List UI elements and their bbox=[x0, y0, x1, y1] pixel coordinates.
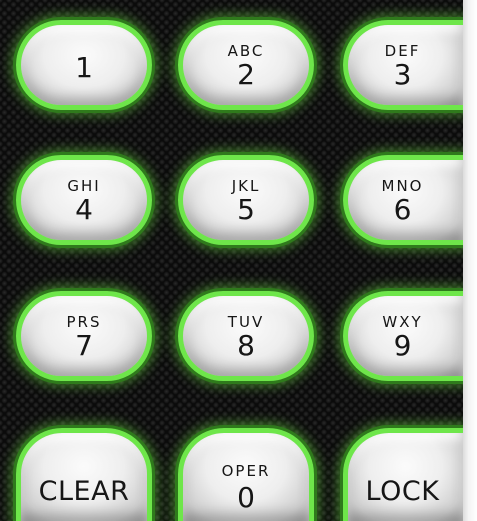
key-9-digit: 9 bbox=[393, 329, 412, 362]
key-8-letters: TUV bbox=[227, 313, 265, 331]
key-8[interactable]: TUV 8 bbox=[178, 291, 314, 381]
key-2[interactable]: ABC 2 bbox=[178, 20, 314, 110]
key-6-digit: 6 bbox=[393, 193, 412, 226]
lock-button[interactable]: LOCK bbox=[343, 428, 463, 521]
clear-button[interactable]: CLEAR bbox=[16, 428, 152, 521]
key-7[interactable]: PRS 7 bbox=[16, 291, 152, 381]
key-9[interactable]: WXY 9 bbox=[343, 291, 463, 381]
key-7-letters: PRS bbox=[66, 313, 102, 331]
key-4-letters: GHI bbox=[67, 177, 101, 195]
key-5[interactable]: JKL 5 bbox=[178, 155, 314, 245]
clear-button-label: CLEAR bbox=[38, 476, 130, 507]
key-0[interactable]: OPER 0 bbox=[178, 428, 314, 521]
key-8-digit: 8 bbox=[237, 329, 255, 362]
lock-button-label: LOCK bbox=[365, 476, 440, 507]
key-3-letters: DEF bbox=[384, 42, 421, 60]
key-7-digit: 7 bbox=[75, 329, 93, 362]
key-0-digit: 0 bbox=[237, 481, 255, 514]
key-4-digit: 4 bbox=[75, 193, 93, 226]
key-2-letters: ABC bbox=[227, 42, 265, 60]
keypad-panel: 1 ABC 2 DEF 3 GHI 4 JKL 5 MNO 6 PRS 7 TU… bbox=[0, 0, 463, 521]
key-3-digit: 3 bbox=[393, 58, 412, 91]
key-5-digit: 5 bbox=[237, 193, 255, 226]
key-3[interactable]: DEF 3 bbox=[343, 20, 463, 110]
key-6[interactable]: MNO 6 bbox=[343, 155, 463, 245]
key-1[interactable]: 1 bbox=[16, 20, 152, 110]
key-0-letters: OPER bbox=[221, 462, 271, 480]
key-1-digit: 1 bbox=[75, 51, 93, 84]
key-5-letters: JKL bbox=[231, 177, 261, 195]
device-edge bbox=[463, 0, 477, 521]
key-9-letters: WXY bbox=[382, 313, 423, 331]
key-6-letters: MNO bbox=[381, 177, 424, 195]
key-2-digit: 2 bbox=[237, 58, 255, 91]
key-4[interactable]: GHI 4 bbox=[16, 155, 152, 245]
